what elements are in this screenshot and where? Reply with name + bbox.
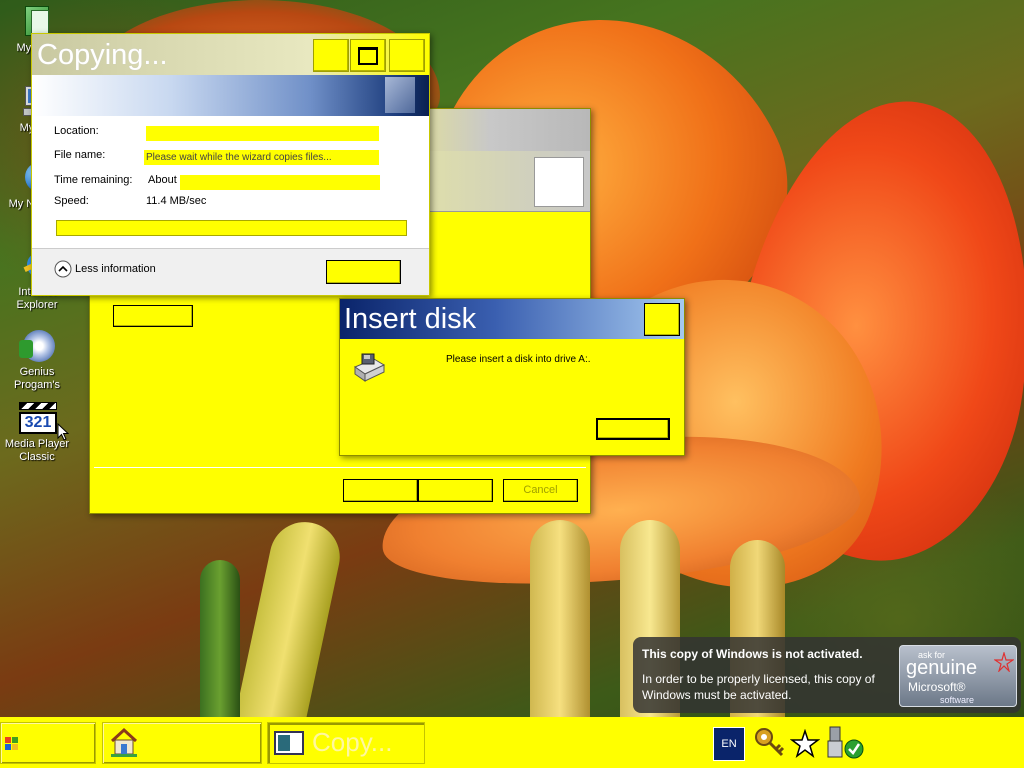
activation-notification-balloon[interactable]: This copy of Windows is not activated. I… bbox=[633, 637, 1021, 713]
wizard-back-button[interactable] bbox=[343, 479, 418, 502]
activation-heading: This copy of Windows is not activated. bbox=[642, 647, 863, 661]
wizard-browse-button[interactable] bbox=[113, 305, 193, 327]
location-label: Location: bbox=[54, 125, 99, 137]
insert-disk-dialog[interactable]: Insert disk Please insert a disk into dr… bbox=[339, 298, 685, 456]
less-information-label: Less information bbox=[75, 263, 156, 275]
insert-disk-titlebar[interactable]: Insert disk bbox=[340, 299, 684, 339]
chevron-up-icon bbox=[54, 260, 72, 278]
quick-launch-show-desktop[interactable] bbox=[102, 722, 262, 764]
taskbar: Copy... EN bbox=[0, 717, 1024, 768]
badge-software: software bbox=[940, 695, 975, 705]
floppy-drive-icon bbox=[352, 353, 386, 385]
location-value bbox=[146, 126, 379, 141]
wizard-header-image bbox=[534, 157, 584, 207]
wizard-cancel-label: Cancel bbox=[523, 484, 558, 496]
house-icon bbox=[110, 727, 138, 757]
maximize-button[interactable] bbox=[350, 39, 386, 72]
copy-progress-bar bbox=[56, 220, 407, 236]
desktop-icon-genius-programs[interactable]: Genius Progam's bbox=[0, 328, 74, 392]
time-remaining-bar bbox=[180, 175, 380, 190]
badge-microsoft: Microsoft® bbox=[908, 680, 966, 694]
taskbar-copying-task[interactable]: Copy... bbox=[267, 722, 425, 764]
speed-value: 11.4 MB/sec bbox=[146, 195, 207, 207]
safely-remove-hardware-icon[interactable] bbox=[824, 725, 864, 761]
minimize-button[interactable] bbox=[313, 39, 349, 72]
desktop-icon-label: Genius Progam's bbox=[13, 366, 61, 391]
badge-genuine: genuine bbox=[906, 657, 978, 679]
time-remaining-value: About bbox=[148, 174, 177, 186]
copying-title: Copying... bbox=[37, 39, 168, 71]
file-name-label: File name: bbox=[54, 149, 106, 161]
copying-animation-band bbox=[32, 75, 429, 116]
copying-dialog[interactable]: Copying... Location: File name: Please w… bbox=[31, 33, 430, 296]
wizard-cancel-button[interactable]: Cancel bbox=[503, 479, 578, 502]
insert-disk-ok-button[interactable] bbox=[596, 418, 670, 440]
desktop-icon-label: Media Player Classic bbox=[4, 438, 70, 463]
genius-programs-icon bbox=[17, 328, 57, 364]
activation-keys-icon[interactable] bbox=[752, 725, 788, 761]
wizard-footer-divider bbox=[94, 467, 586, 468]
insert-disk-message: Please insert a disk into drive A:. bbox=[446, 354, 591, 365]
copy-animation-icon bbox=[385, 77, 415, 113]
start-button[interactable] bbox=[0, 722, 96, 764]
time-remaining-label: Time remaining: bbox=[54, 174, 133, 186]
genuine-microsoft-badge: ask for genuine Microsoft® software bbox=[899, 645, 1017, 707]
close-button[interactable] bbox=[389, 39, 425, 72]
activation-body: In order to be properly licensed, this c… bbox=[642, 672, 875, 702]
copying-titlebar[interactable]: Copying... bbox=[32, 34, 429, 75]
taskbar-copying-label: Copy... bbox=[312, 727, 393, 757]
copying-footer: Less information bbox=[32, 249, 429, 295]
media-player-classic-icon: 321 bbox=[17, 400, 57, 436]
speed-label: Speed: bbox=[54, 195, 89, 207]
insert-disk-title: Insert disk bbox=[344, 303, 477, 335]
mouse-cursor-icon bbox=[57, 423, 69, 441]
copying-body: Location: File name: Please wait while t… bbox=[32, 116, 429, 248]
badge-star-icon bbox=[994, 652, 1014, 672]
copy-window-icon bbox=[274, 731, 304, 755]
star-icon[interactable] bbox=[790, 729, 820, 759]
maximize-icon bbox=[358, 47, 378, 65]
system-tray bbox=[752, 723, 872, 763]
copying-cancel-button[interactable] bbox=[326, 260, 401, 284]
language-indicator[interactable]: EN bbox=[713, 727, 745, 761]
language-label: EN bbox=[721, 738, 737, 750]
wizard-next-button[interactable] bbox=[418, 479, 493, 502]
windows-logo-icon bbox=[5, 737, 18, 750]
file-name-value: Please wait while the wizard copies file… bbox=[144, 150, 379, 165]
insert-disk-close-button[interactable] bbox=[644, 303, 680, 336]
